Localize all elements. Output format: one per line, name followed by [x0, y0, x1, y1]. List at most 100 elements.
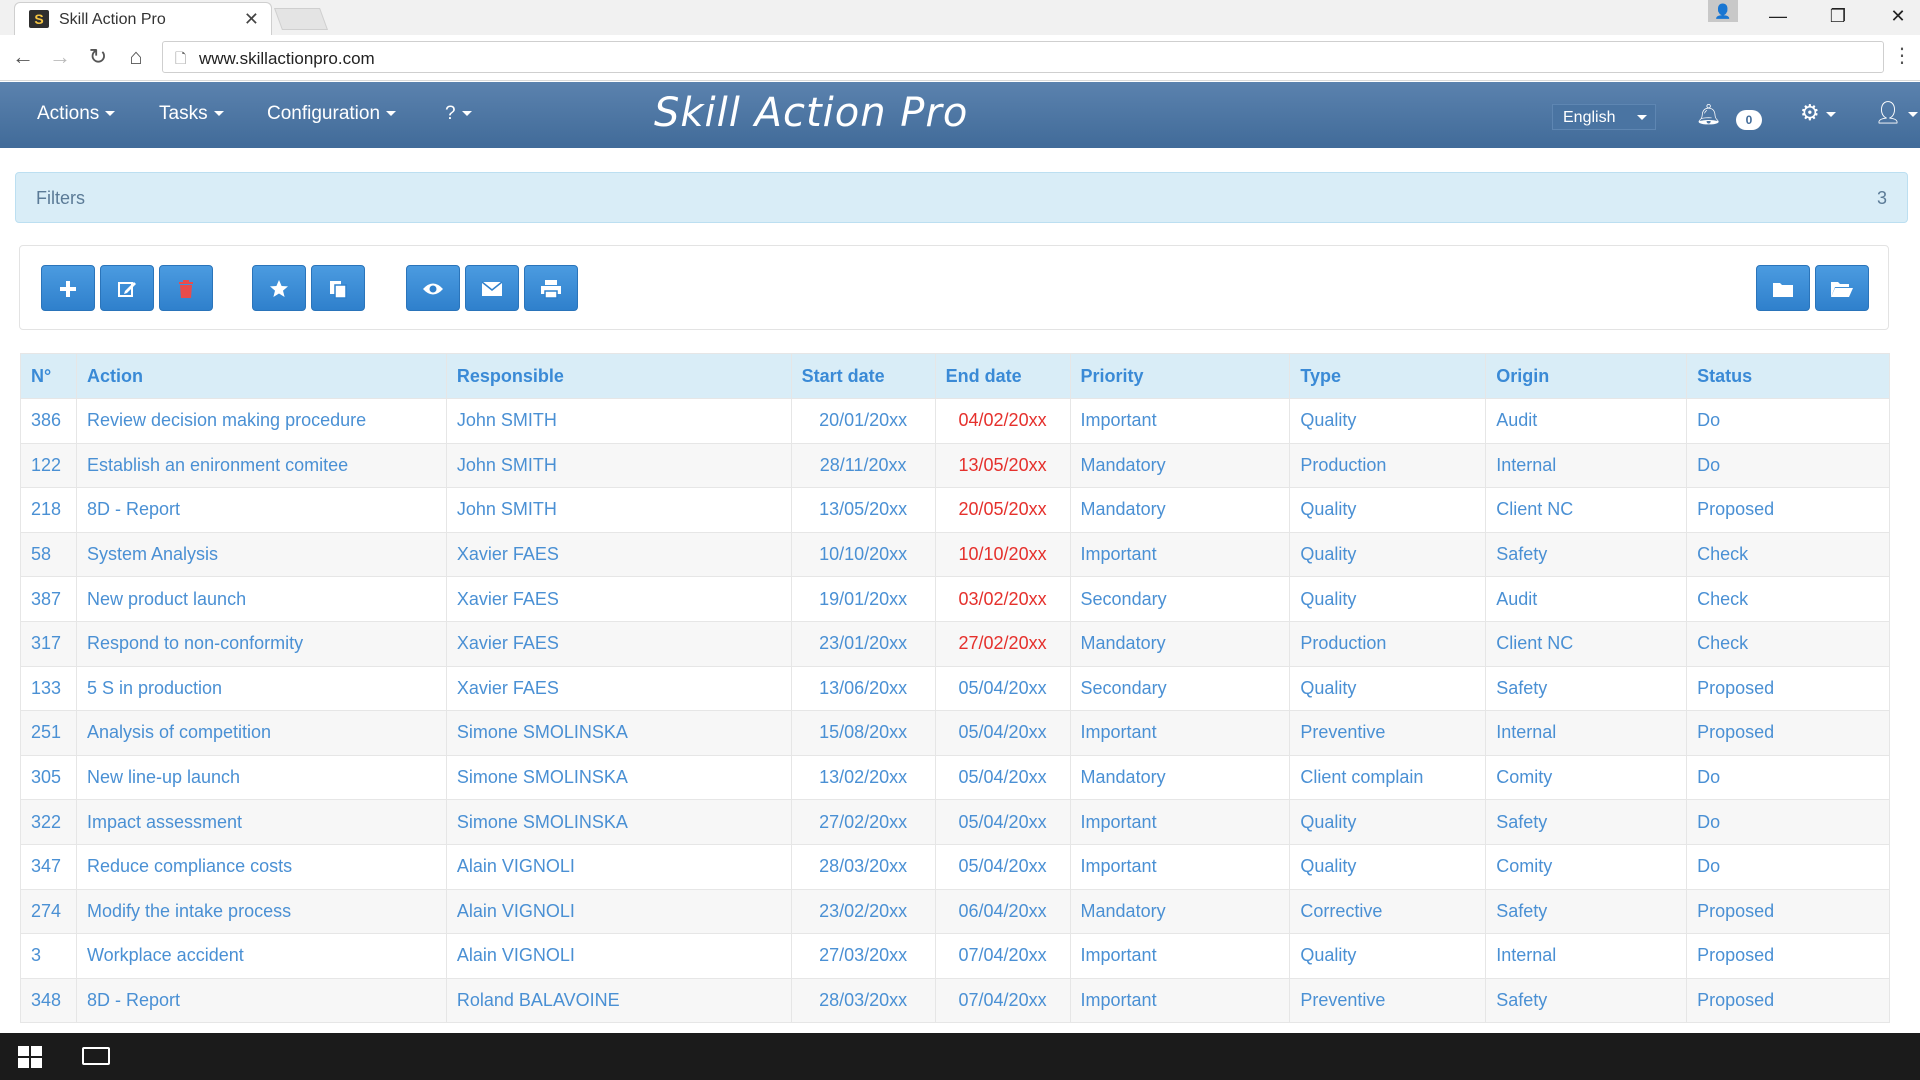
caret-down-icon: [213, 111, 224, 117]
table-row[interactable]: 386 Review decision making procedure John …: [20, 398, 1890, 444]
cell-origin: Safety: [1485, 888, 1688, 935]
task-view-icon[interactable]: [82, 1047, 110, 1065]
header-origin[interactable]: Origin: [1485, 353, 1688, 399]
header-priority[interactable]: Priority: [1069, 353, 1291, 399]
cell-start-date: 27/02/20xx: [790, 799, 936, 845]
cell-responsible: Xavier FAES: [445, 665, 792, 712]
open-folder-button[interactable]: [1815, 265, 1869, 311]
header-action[interactable]: Action: [75, 353, 447, 399]
header-type[interactable]: Type: [1289, 353, 1487, 399]
cell-status: Check: [1686, 576, 1890, 622]
restore-button[interactable]: ❐: [1818, 2, 1858, 30]
table-row[interactable]: 387 New product launch Xavier FAES 19/01/20…: [20, 576, 1890, 622]
table-row[interactable]: 347 Reduce compliance costs Alain VIGNOLI 2…: [20, 843, 1890, 890]
address-bar[interactable]: 🗋 www.skillactionpro.com: [162, 41, 1884, 73]
star-icon: [270, 279, 288, 297]
header-responsible[interactable]: Responsible: [445, 353, 792, 399]
table-row[interactable]: 305 New line-up launch Simone SMOLINSKA 13/…: [20, 754, 1890, 801]
os-taskbar: [0, 1033, 1920, 1080]
cell-action: Review decision making procedure: [75, 398, 447, 444]
new-tab-button[interactable]: [273, 8, 329, 30]
favorite-button[interactable]: [252, 265, 306, 311]
table-row[interactable]: 133 5 S in production Xavier FAES 13/06/20x…: [20, 665, 1890, 712]
table-row[interactable]: 58 System Analysis Xavier FAES 10/10/20xx 10…: [20, 531, 1890, 578]
cell-status: Proposed: [1686, 888, 1890, 935]
cell-action: Reduce compliance costs: [75, 843, 447, 890]
duplicate-button[interactable]: [311, 265, 365, 311]
forward-icon[interactable]: →: [46, 43, 74, 71]
trash-icon: [179, 279, 193, 298]
brand-logo: Skill Action Pro: [654, 90, 969, 136]
cell-origin: Safety: [1485, 799, 1688, 845]
table-row[interactable]: 218 8D - Report John SMITH 13/05/20xx 20/05/…: [20, 487, 1890, 533]
cell-action: 5 S in production: [75, 665, 447, 712]
table-header-row: N° Action Responsible Start date End dat…: [20, 353, 1890, 399]
language-label: English: [1563, 109, 1616, 126]
header-start-date[interactable]: Start date: [790, 353, 936, 399]
folder-button[interactable]: [1756, 265, 1810, 311]
close-tab-icon[interactable]: ✕: [244, 9, 259, 30]
cell-end-date: 05/04/20xx: [934, 710, 1071, 756]
cell-status: Proposed: [1686, 665, 1890, 712]
header-end-date[interactable]: End date: [934, 353, 1071, 399]
filters-count: 3: [1876, 188, 1887, 208]
profile-icon[interactable]: 👤: [1708, 0, 1738, 22]
windows-start-icon[interactable]: [18, 1046, 42, 1068]
language-select[interactable]: English: [1552, 104, 1656, 130]
table-row[interactable]: 317 Respond to non-conformity Xavier FAES 2…: [20, 620, 1890, 667]
reload-icon[interactable]: ↻: [84, 43, 112, 71]
cell-origin: Client NC: [1485, 487, 1688, 533]
edit-button[interactable]: [100, 265, 154, 311]
cell-status: Proposed: [1686, 487, 1890, 533]
cell-priority: Secondary: [1069, 576, 1291, 622]
cell-start-date: 13/02/20xx: [790, 754, 936, 801]
cell-type: Quality: [1289, 398, 1487, 444]
cell-type: Quality: [1289, 933, 1487, 979]
page-icon: 🗋: [175, 50, 187, 66]
cell-end-date: 05/04/20xx: [934, 754, 1071, 801]
cell-end-date: 05/04/20xx: [934, 665, 1071, 712]
url-text: www.skillactionpro.com: [199, 49, 375, 68]
table-row[interactable]: 322 Impact assessment Simone SMOLINSKA 27/0…: [20, 799, 1890, 845]
browser-tab[interactable]: S Skill Action Pro ✕: [14, 2, 272, 35]
cell-number: 347: [20, 843, 77, 890]
menu-configuration[interactable]: Configuration: [267, 103, 397, 125]
filters-panel[interactable]: Filters 3: [15, 172, 1908, 223]
table-row[interactable]: 251 Analysis of competition Simone SMOLINS…: [20, 710, 1890, 756]
cell-origin: Comity: [1485, 843, 1688, 890]
table-row[interactable]: 274 Modify the intake process Alain VIGNOL…: [20, 888, 1890, 935]
table-row[interactable]: 122 Establish an enironment comitee John S…: [20, 442, 1890, 489]
print-button[interactable]: [524, 265, 578, 311]
cell-responsible: John SMITH: [445, 487, 792, 533]
menu-actions[interactable]: Actions: [37, 103, 116, 125]
print-icon: [541, 279, 561, 299]
home-icon[interactable]: ⌂: [122, 43, 150, 71]
gear-icon[interactable]: ⚙: [1800, 100, 1836, 126]
minimize-button[interactable]: —: [1758, 2, 1798, 30]
cell-origin: Safety: [1485, 531, 1688, 578]
menu-help[interactable]: ?: [445, 103, 472, 125]
menu-actions-label: Actions: [37, 103, 100, 124]
view-button[interactable]: [406, 265, 460, 311]
menu-tasks[interactable]: Tasks: [159, 103, 224, 125]
cell-type: Quality: [1289, 531, 1487, 578]
table-row[interactable]: 3 Workplace accident Alain VIGNOLI 27/03/20…: [20, 933, 1890, 979]
back-icon[interactable]: ←: [9, 43, 37, 71]
add-button[interactable]: [41, 265, 95, 311]
cell-start-date: 28/03/20xx: [790, 843, 936, 890]
table-row[interactable]: 348 8D - Report Roland BALAVOINE 28/03/20xx…: [20, 977, 1890, 1024]
cell-end-date: 03/02/20xx: [934, 576, 1071, 622]
cell-priority: Mandatory: [1069, 754, 1291, 801]
menu-help-label: ?: [445, 103, 456, 124]
bell-icon[interactable]: 🔔︎: [1696, 102, 1721, 127]
header-number[interactable]: N°: [20, 353, 77, 399]
cell-number: 305: [20, 754, 77, 801]
email-button[interactable]: [465, 265, 519, 311]
browser-menu-icon[interactable]: ⋮: [1892, 43, 1912, 68]
delete-button[interactable]: [159, 265, 213, 311]
user-icon[interactable]: 👤︎: [1874, 100, 1918, 126]
header-status[interactable]: Status: [1686, 353, 1890, 399]
close-window-button[interactable]: ✕: [1878, 2, 1918, 30]
cell-number: 317: [20, 620, 77, 667]
cell-action: Establish an enironment comitee: [75, 442, 447, 489]
